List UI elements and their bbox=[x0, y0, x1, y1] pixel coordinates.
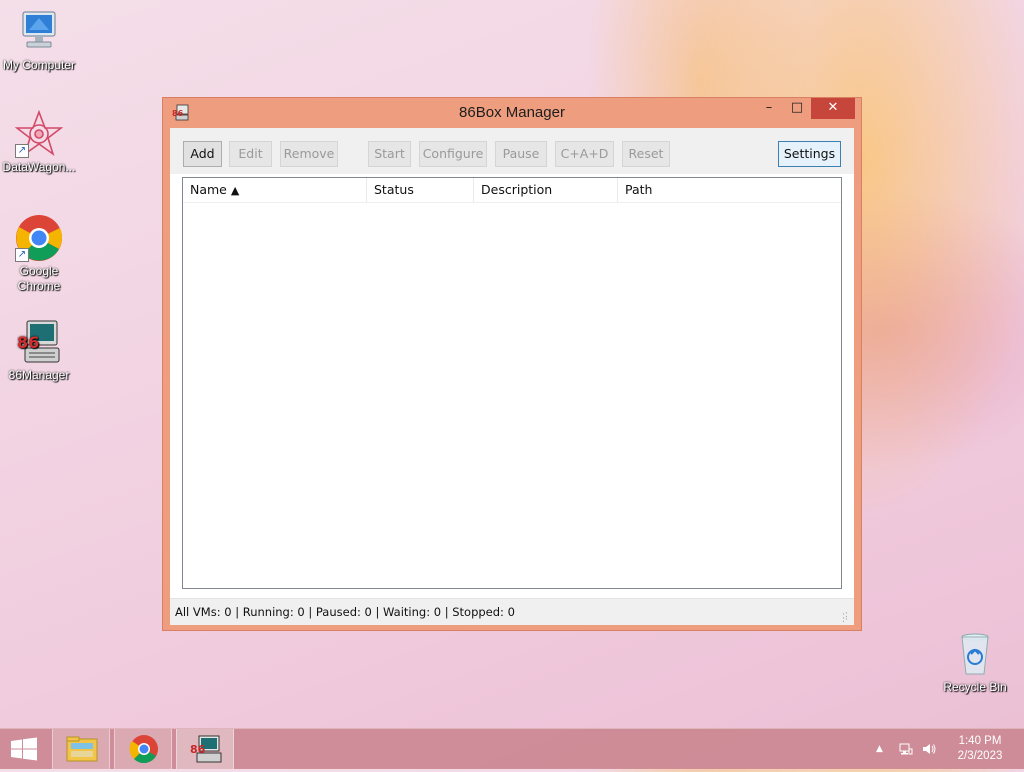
chrome-icon: ↗ bbox=[15, 214, 63, 262]
network-icon[interactable] bbox=[898, 741, 914, 761]
column-description-label: Description bbox=[481, 182, 553, 197]
taskbar: 86 ▲ 1:40 PM 2/3/2023 bbox=[0, 728, 1024, 769]
status-text: All VMs: 0 | Running: 0 | Paused: 0 | Wa… bbox=[175, 605, 515, 619]
desktop-icon-datawagon[interactable]: ↗ DataWagon... bbox=[1, 109, 77, 175]
desktop-icon-86manager[interactable]: 86 86Manager bbox=[1, 318, 77, 383]
desktop-icon-label: Recycle Bin bbox=[943, 680, 1007, 694]
title-bar[interactable]: 86 86Box Manager – □ ✕ bbox=[163, 98, 861, 128]
minimize-button[interactable]: – bbox=[755, 98, 783, 119]
column-name-label: Name bbox=[190, 182, 227, 197]
settings-button[interactable]: Settings bbox=[778, 141, 841, 167]
svg-text:86: 86 bbox=[190, 743, 206, 756]
clock-time: 1:40 PM bbox=[958, 735, 1002, 747]
toolbar: Add Edit Remove Start Configure Pause C+… bbox=[170, 128, 854, 174]
minimize-icon: – bbox=[765, 100, 773, 115]
windows-logo-icon bbox=[11, 737, 37, 761]
svg-text:86: 86 bbox=[17, 333, 39, 352]
column-header-status[interactable]: Status bbox=[367, 178, 474, 202]
column-path-label: Path bbox=[625, 182, 653, 197]
pause-button[interactable]: Pause bbox=[495, 141, 547, 167]
folder-icon bbox=[66, 736, 98, 762]
column-status-label: Status bbox=[374, 182, 414, 197]
maximize-icon: □ bbox=[790, 100, 804, 115]
taskbar-chrome[interactable] bbox=[114, 729, 172, 769]
desktop-icon-label: Google Chrome bbox=[17, 264, 61, 293]
desktop-icon-recycle-bin[interactable]: Recycle Bin bbox=[937, 630, 1013, 695]
volume-icon[interactable] bbox=[921, 741, 937, 761]
clock-date: 2/3/2023 bbox=[957, 750, 1003, 762]
shortcut-arrow-icon: ↗ bbox=[15, 248, 29, 262]
taskbar-clock[interactable]: 1:40 PM 2/3/2023 bbox=[950, 734, 1010, 764]
configure-button[interactable]: Configure bbox=[419, 141, 487, 167]
close-button[interactable]: ✕ bbox=[811, 98, 855, 119]
add-button[interactable]: Add bbox=[183, 141, 222, 167]
status-bar: All VMs: 0 | Running: 0 | Paused: 0 | Wa… bbox=[170, 598, 854, 625]
column-header-path[interactable]: Path bbox=[618, 178, 841, 202]
ctrl-alt-del-button[interactable]: C+A+D bbox=[555, 141, 614, 167]
start-button[interactable]: Start bbox=[368, 141, 411, 167]
86box-icon: 86 bbox=[15, 318, 63, 366]
list-header: Name ▲ Status Description Path bbox=[183, 178, 841, 203]
vm-list[interactable]: Name ▲ Status Description Path bbox=[182, 177, 842, 589]
desktop-icon-label: DataWagon... bbox=[2, 160, 76, 174]
column-header-name[interactable]: Name ▲ bbox=[183, 178, 367, 202]
desktop-icon-label: 86Manager bbox=[8, 368, 70, 382]
taskbar-86box-manager[interactable]: 86 bbox=[176, 729, 234, 769]
maximize-button[interactable]: □ bbox=[783, 98, 811, 119]
resize-grip-icon[interactable]: ·::· bbox=[842, 611, 852, 625]
taskbar-file-explorer[interactable] bbox=[52, 729, 110, 769]
desktop-icon-google-chrome[interactable]: ↗ Google Chrome bbox=[1, 214, 77, 294]
sort-ascending-icon: ▲ bbox=[230, 184, 240, 197]
reset-button[interactable]: Reset bbox=[622, 141, 670, 167]
remove-button[interactable]: Remove bbox=[280, 141, 338, 167]
chrome-icon bbox=[129, 735, 158, 764]
desktop-icon-label: My Computer bbox=[2, 58, 76, 72]
app-window: 86 86Box Manager – □ ✕ Add Edit Remove S… bbox=[162, 97, 862, 631]
computer-icon bbox=[15, 8, 63, 56]
start-button[interactable] bbox=[0, 729, 48, 769]
edit-button[interactable]: Edit bbox=[229, 141, 272, 167]
desktop-icon-my-computer[interactable]: My Computer bbox=[1, 8, 77, 73]
close-icon: ✕ bbox=[827, 100, 839, 115]
86box-icon: 86 bbox=[190, 735, 222, 763]
recycle-bin-icon bbox=[951, 630, 999, 678]
window-client-area: Add Edit Remove Start Configure Pause C+… bbox=[170, 128, 854, 625]
shortcut-arrow-icon: ↗ bbox=[15, 144, 29, 158]
show-hidden-icons-button[interactable]: ▲ bbox=[876, 744, 883, 754]
datawagon-icon: ↗ bbox=[14, 109, 64, 158]
column-header-description[interactable]: Description bbox=[474, 178, 618, 202]
